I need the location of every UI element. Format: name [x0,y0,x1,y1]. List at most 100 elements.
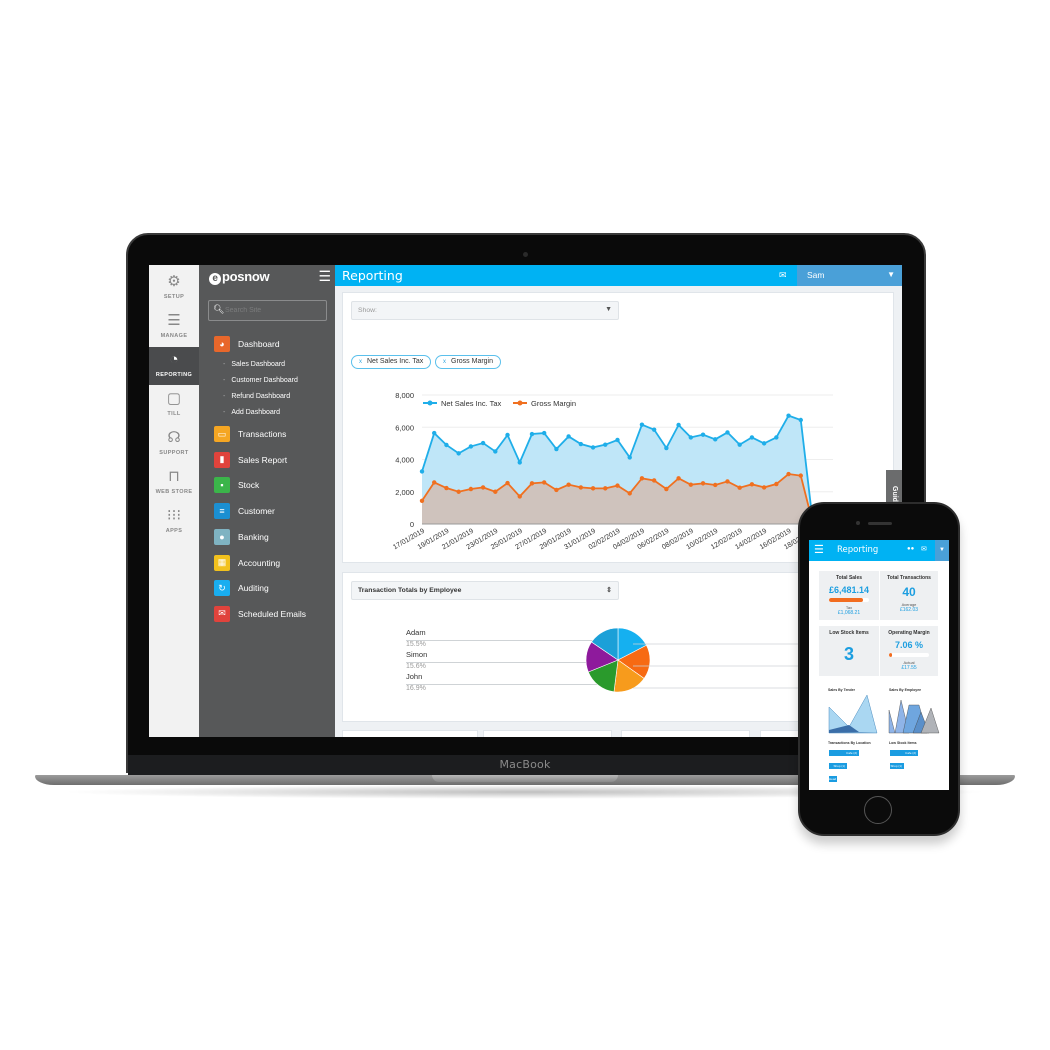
rail-item-manage[interactable]: ☰ MANAGE [149,308,199,346]
nav-item-dashboard[interactable]: ◕ Dashboard [214,335,280,353]
legend-label: Gross Margin [531,399,576,408]
user-menu[interactable]: Sam ▼ [797,265,902,286]
nav-item-label: Banking [238,531,269,542]
nav-item-auditing[interactable]: ↻ Auditing [214,579,269,597]
data-point [541,480,547,485]
total-transactions-card: Total Transactions 40 Average £162.03 [880,571,938,620]
y-tick-label: 0 [410,520,414,529]
shopping-bag-icon: ⊓ [168,468,180,485]
data-point [651,478,657,483]
y-tick-label: 2,000 [395,488,414,497]
chevron-down-icon[interactable]: ▼ [935,540,949,561]
nav-item-banking[interactable]: ● Banking [214,528,269,546]
search-box[interactable]: 🔍︎ [208,300,327,321]
chevron-down-icon: ▼ [887,270,895,279]
data-point [786,471,791,477]
nav-item-label: Stock [238,480,260,491]
icon-rail: ⚙ SETUP ☰ MANAGE ◔ REPORTING ▢ TILL ☊ SUPPORT ⊓ WEB… [149,265,199,737]
sub-item-customer-dashboard[interactable]: Customer Dashboard [223,377,298,384]
data-point [444,442,449,448]
mail-icon[interactable]: ✉ [779,270,787,281]
nav-item-label: Sales Report [238,454,288,465]
laptop-screen: ⚙ SETUP ☰ MANAGE ◔ REPORTING ▢ TILL ☊ SUPPORT ⊓ WEB… [149,265,902,737]
apps-grid-icon: ⁝⁝⁝ [166,507,182,524]
nav-item-customer[interactable]: ≡ Customer [214,502,275,520]
rail-item-till[interactable]: ▢ TILL [149,386,199,424]
nav-item-label: Transactions [238,429,287,439]
rail-item-label: APPS [165,528,183,534]
data-point [737,485,742,490]
rail-item-web-store[interactable]: ⊓ WEB STORE [149,464,199,502]
data-point [578,485,584,490]
data-point [432,430,437,436]
data-point [590,445,596,450]
mail-icon[interactable]: ✉ [921,545,927,553]
y-tick-label: 4,000 [395,456,414,465]
dashboard-card [483,730,612,737]
data-point [774,481,779,487]
logo-mark: e [209,273,221,285]
nav-item-sales-report[interactable]: ▮ Sales Report [214,451,287,469]
rail-item-apps[interactable]: ⁝⁝⁝ APPS [149,503,199,541]
phone-page-title: Reporting [837,545,879,555]
data-point [700,432,706,437]
sub-item-refund-dashboard[interactable]: Refund Dashboard [223,393,290,400]
data-point [480,485,486,490]
nav-item-stock[interactable]: ▪ Stock [214,476,259,494]
envelope-icon: ✉ [214,605,230,622]
rail-item-support[interactable]: ☊ SUPPORT [149,425,199,463]
card-value: £6,481.14 [828,585,870,595]
checklist-icon: ☰ [167,312,181,329]
data-point [505,480,510,486]
sub-item-add-dashboard[interactable]: Add Dashboard [223,409,280,416]
legend-label: Net Sales Inc. Tax [441,399,502,408]
data-point [688,482,694,487]
legend-swatch-dot [427,400,433,406]
mini-bar: Shop (1) [829,763,847,769]
eposnow-logo[interactable]: e posnow [209,269,270,285]
phone-top-bar: ☰ Reporting ●● ✉ ▼ [809,540,949,561]
laptop-camera [523,252,528,257]
phone-home-button[interactable] [864,796,892,824]
card-value: 7.06 % [894,640,924,650]
sales-progress-bar [829,598,869,602]
data-point [664,445,669,451]
rail-item-label: TILL [167,411,181,417]
data-point [725,479,730,484]
mini-area-series [828,694,878,734]
data-point [676,476,681,481]
data-point [456,489,461,494]
progress-fill [829,598,863,602]
data-point [664,486,669,492]
rail-item-reporting[interactable]: ◔ REPORTING [149,347,199,385]
card-sub-value: £162.03 [899,607,919,613]
card-sub-value: £1,068.21 [837,610,861,616]
data-point [749,482,755,487]
card-title: Total Transactions [887,575,931,581]
data-point [761,441,767,446]
data-point [541,430,547,436]
phone-screen: ☰ Reporting ●● ✉ ▼ Total Sales £6,481.14… [809,540,949,790]
mini-chart-title: Low Stock Items [889,741,917,745]
hamburger-menu-icon[interactable]: ☰ [814,543,824,556]
nav-item-accounting[interactable]: ▦ Accounting [214,554,280,572]
sub-item-sales-dashboard[interactable]: Sales Dashboard [223,361,285,368]
logo-text: posnow [222,269,270,284]
rail-item-setup[interactable]: ⚙ SETUP [149,269,199,307]
users-icon[interactable]: ●● [907,546,914,552]
low-stock-card: Low Stock Items 3 [819,626,879,676]
pie-chart-icon: ◔ [169,351,179,368]
search-input[interactable] [225,303,323,318]
data-point [566,434,571,439]
user-name: Sam [807,270,825,280]
nav-item-label: Accounting [238,557,281,568]
nav-item-scheduled-emails[interactable]: ✉ Scheduled Emails [214,605,306,623]
customer-icon: ≡ [214,503,230,520]
data-point [639,422,645,427]
top-bar: Reporting ✉ Sam ▼ [335,265,902,286]
hamburger-menu-icon[interactable]: ☰ [318,269,331,283]
data-point [578,441,584,447]
margin-progress-bar [889,653,929,657]
nav-item-transactions[interactable]: ▭ Transactions [214,425,286,443]
dashboard-card [621,730,750,737]
